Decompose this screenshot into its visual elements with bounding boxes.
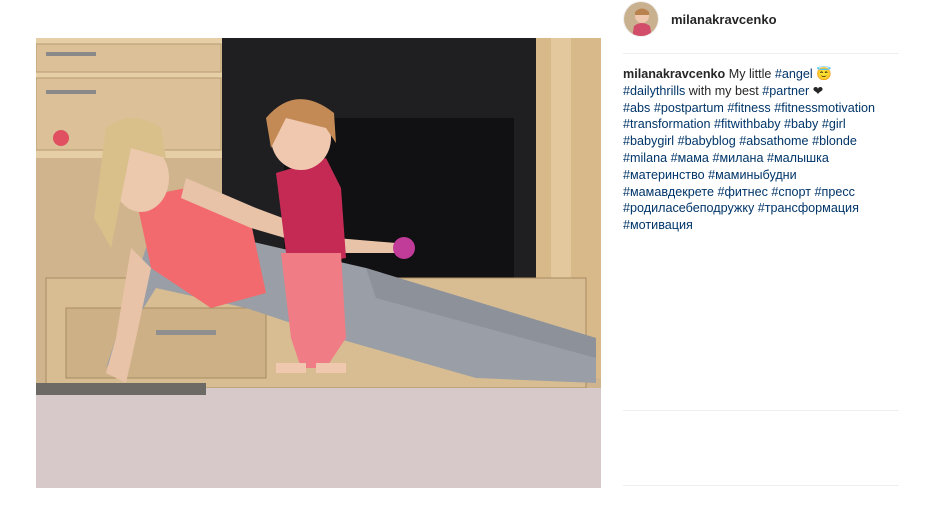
hashtag-link[interactable]: #baby bbox=[784, 117, 818, 131]
hashtag-link[interactable]: #transformation bbox=[623, 117, 711, 131]
hashtag-link[interactable]: #babygirl bbox=[623, 134, 674, 148]
username-link[interactable]: milanakravcenko bbox=[671, 12, 777, 27]
header-divider bbox=[623, 53, 899, 54]
post-header: milanakravcenko bbox=[623, 0, 899, 38]
hashtag-link[interactable]: #fitwithbaby bbox=[714, 117, 781, 131]
hashtag-link[interactable]: #postpartum bbox=[654, 101, 724, 115]
hashtag-link[interactable]: #спорт bbox=[771, 185, 811, 199]
post-photo-illustration bbox=[36, 38, 601, 488]
hashtag-link[interactable]: #fitnessmotivation bbox=[774, 101, 875, 115]
caption-line-6: #milana #мама #милана #малышка bbox=[623, 150, 899, 167]
caption-line-7: #материнство #маминыбудни bbox=[623, 167, 899, 184]
hashtag-link[interactable]: #abs bbox=[623, 101, 650, 115]
hashtag-link[interactable]: #angel bbox=[775, 67, 813, 81]
hashtag-link[interactable]: #fitness bbox=[727, 101, 770, 115]
hashtag-link[interactable]: #babyblog bbox=[678, 134, 736, 148]
avatar-image bbox=[624, 2, 658, 36]
hashtag-link[interactable]: #milana bbox=[623, 151, 667, 165]
comment-area bbox=[623, 485, 899, 496]
hashtag-link[interactable]: #dailythrills bbox=[623, 84, 685, 98]
caption-line-2: #dailythrills with my best #partner ❤ bbox=[623, 83, 899, 100]
hashtag-link[interactable]: #малышка bbox=[767, 151, 829, 165]
hashtag-link[interactable]: #милана bbox=[712, 151, 763, 165]
angel-emoji: 😇 bbox=[812, 67, 832, 81]
caption-line-9: #родиласебеподружку #трансформация bbox=[623, 200, 899, 217]
hashtag-link[interactable]: #трансформация bbox=[758, 201, 859, 215]
caption-line-10: #мотивация bbox=[623, 217, 899, 234]
post-caption: milanakravcenko My little #angel 😇 #dail… bbox=[623, 66, 899, 234]
post-side-panel: milanakravcenko milanakravcenko My littl… bbox=[623, 0, 899, 508]
instagram-post-page: milanakravcenko milanakravcenko My littl… bbox=[0, 0, 940, 508]
post-photo[interactable] bbox=[36, 38, 601, 488]
hashtag-link[interactable]: #материнство bbox=[623, 168, 705, 182]
caption-author-link[interactable]: milanakravcenko bbox=[623, 67, 725, 81]
caption-text: with my best bbox=[685, 83, 763, 98]
caption-text: My little bbox=[725, 67, 775, 81]
caption-line-1: milanakravcenko My little #angel 😇 bbox=[623, 66, 899, 83]
hashtag-link[interactable]: #girl bbox=[822, 117, 846, 131]
caption-line-4: #transformation #fitwithbaby #baby #girl bbox=[623, 116, 899, 133]
hashtag-link[interactable]: #фитнес bbox=[717, 185, 767, 199]
profile-avatar[interactable] bbox=[623, 1, 659, 37]
hashtag-link[interactable]: #мамавдекрете bbox=[623, 185, 714, 199]
caption-divider bbox=[623, 410, 899, 411]
hashtag-link[interactable]: #мама bbox=[671, 151, 709, 165]
hashtag-link[interactable]: #пресс bbox=[815, 185, 855, 199]
hashtag-link[interactable]: #маминыбудни bbox=[708, 168, 797, 182]
caption-line-3: #abs #postpartum #fitness #fitnessmotiva… bbox=[623, 100, 899, 117]
heart-emoji: ❤ bbox=[809, 83, 824, 98]
hashtag-link[interactable]: #partner bbox=[762, 84, 809, 98]
hashtag-link[interactable]: #blonde bbox=[812, 134, 857, 148]
caption-line-5: #babygirl #babyblog #absathome #blonde bbox=[623, 133, 899, 150]
hashtag-link[interactable]: #absathome bbox=[739, 134, 808, 148]
hashtag-link[interactable]: #родиласебеподружку bbox=[623, 201, 754, 215]
caption-line-8: #мамавдекрете #фитнес #спорт #пресс bbox=[623, 184, 899, 201]
hashtag-link[interactable]: #мотивация bbox=[623, 218, 693, 232]
